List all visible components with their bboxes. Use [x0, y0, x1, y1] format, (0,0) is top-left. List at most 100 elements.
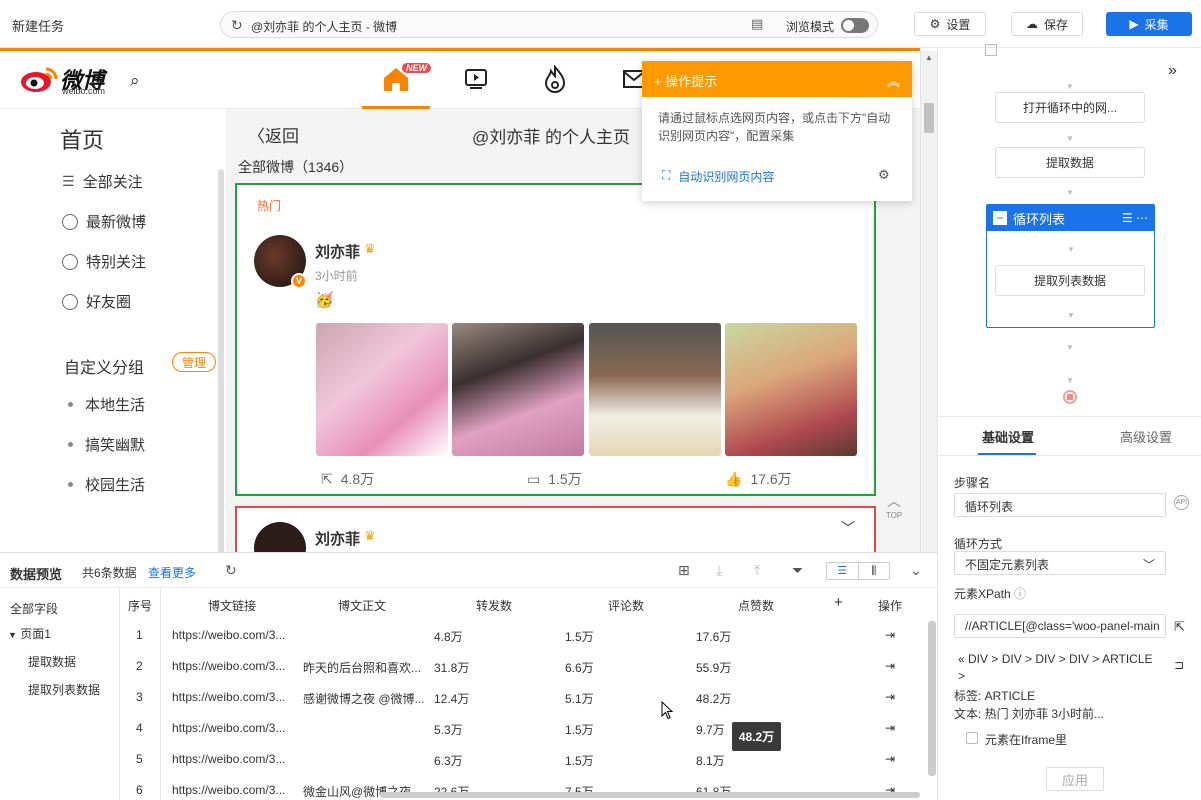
tips-header[interactable]: + 操作提示 ︽	[642, 61, 912, 97]
row-action-icon[interactable]: ⇥	[885, 628, 895, 642]
url-bar[interactable]: ↻ @刘亦菲 的个人主页 - 微博 ▤ 浏览模式	[220, 11, 878, 38]
collect-button[interactable]: ▶ 采集	[1106, 12, 1192, 36]
row-action-icon[interactable]: ⇥	[885, 752, 895, 766]
search-icon[interactable]: ⌕	[130, 71, 140, 91]
table-cell[interactable]: 31.8万	[434, 659, 469, 676]
group-item[interactable]: 搞笑幽默	[68, 434, 145, 455]
tree-field[interactable]: 提取列表数据	[28, 681, 100, 698]
table-cell[interactable]: 1.5万	[565, 752, 594, 769]
caret-down-icon[interactable]: ▼	[8, 630, 17, 640]
post-photo[interactable]	[725, 323, 857, 456]
sidebar-item-special[interactable]: 特别关注	[62, 251, 146, 272]
table-cell[interactable]: https://weibo.com/3...	[172, 752, 285, 766]
scrollbar-thumb[interactable]	[924, 103, 934, 133]
more-icon[interactable]: ☰ ⋯	[1122, 211, 1148, 225]
apply-button[interactable]: 应用	[1046, 767, 1104, 791]
table-cell[interactable]: 12.4万	[434, 690, 469, 707]
table-cell[interactable]: 8.1万	[696, 752, 725, 769]
checkbox[interactable]	[985, 44, 997, 56]
browse-mode-toggle[interactable]	[841, 18, 869, 33]
table-cell[interactable]: 17.6万	[696, 628, 731, 645]
collapse-icon[interactable]: −	[993, 211, 1007, 225]
sidebar-item-friends[interactable]: 好友圈	[62, 291, 131, 312]
back-to-top-button[interactable]: ︿ TOP	[882, 491, 906, 520]
back-button[interactable]: 〈返回	[248, 122, 299, 147]
element-picker-icon[interactable]: ⇱	[1174, 619, 1185, 635]
question-icon[interactable]: ⓘ	[1014, 587, 1026, 601]
column-header[interactable]: 博文链接	[208, 597, 256, 614]
manage-button[interactable]: 管理	[172, 352, 216, 372]
tab-advanced-settings[interactable]: 高级设置	[1120, 427, 1172, 446]
tree-field[interactable]: 提取数据	[28, 653, 76, 670]
post-author[interactable]: 刘亦菲	[315, 528, 360, 549]
chevron-down-icon[interactable]: ﹀	[841, 518, 855, 538]
add-field-icon[interactable]: ⊞	[678, 562, 690, 579]
sidebar-item-all-follow[interactable]: ☰ 全部关注	[62, 171, 143, 192]
flow-node-extract[interactable]: 提取数据	[995, 147, 1145, 178]
step-name-input[interactable]: 循环列表	[954, 493, 1166, 517]
post-photo[interactable]	[316, 323, 448, 456]
table-cell[interactable]: 9.7万	[696, 721, 725, 738]
iframe-checkbox[interactable]	[966, 732, 978, 744]
post-author[interactable]: 刘亦菲	[315, 241, 360, 262]
table-cell[interactable]: https://weibo.com/3...	[172, 721, 285, 735]
loop-mode-select[interactable]: 不固定元素列表 ﹀	[954, 551, 1166, 575]
scroll-up-icon[interactable]: ▲	[925, 53, 933, 62]
table-cell[interactable]: https://weibo.com/3...	[172, 628, 285, 642]
url-text[interactable]: @刘亦菲 的个人主页 - 微博	[251, 18, 397, 35]
like-button[interactable]: 👍 17.6万	[725, 469, 792, 489]
upload-icon[interactable]: ⤒	[754, 562, 760, 579]
flow-node-loop[interactable]: − 循环列表 ☰ ⋯ ▼ 提取列表数据 ▼	[986, 204, 1155, 328]
loop-header[interactable]: − 循环列表 ☰ ⋯	[987, 205, 1154, 231]
tree-page[interactable]: ▼ 页面1	[8, 625, 51, 642]
post-card[interactable]: 刘亦菲 ♛ ﹀	[235, 506, 876, 552]
save-button[interactable]: ☁ 保存	[1011, 12, 1083, 36]
flame-icon[interactable]	[543, 65, 567, 93]
crumb-end-icon[interactable]: ⊐	[1174, 658, 1184, 672]
post-time[interactable]: 3小时前	[315, 267, 358, 284]
table-cell[interactable]: https://weibo.com/3...	[172, 783, 285, 797]
filter-icon[interactable]: ⏷	[792, 562, 803, 579]
group-item[interactable]: 校园生活	[68, 474, 145, 495]
sidebar-item-latest[interactable]: 最新微博	[62, 211, 146, 232]
table-cell[interactable]: 6.6万	[565, 659, 594, 676]
reload-icon[interactable]: ↻	[231, 17, 243, 34]
table-cell[interactable]: 感谢微博之夜 @微博...	[303, 690, 425, 707]
xpath-breadcrumb[interactable]: « DIV > DIV > DIV > DIV > ARTICLE >	[958, 651, 1158, 685]
comment-button[interactable]: ▭ 1.5万	[527, 469, 582, 489]
xpath-input[interactable]: //ARTICLE[@class='woo-panel-main	[954, 614, 1166, 638]
table-cell[interactable]: 1.5万	[565, 721, 594, 738]
download-icon[interactable]: ⤓	[716, 562, 722, 579]
refresh-icon[interactable]: ↻	[225, 562, 237, 579]
post-photo[interactable]	[589, 323, 721, 456]
help-icon[interactable]: API	[1174, 495, 1189, 510]
table-cell[interactable]: 5.1万	[565, 690, 594, 707]
column-header[interactable]: 评论数	[608, 597, 644, 614]
table-cell[interactable]: 1.5万	[565, 628, 594, 645]
column-view-icon[interactable]: ⫼	[859, 563, 890, 579]
group-item[interactable]: 本地生活	[68, 394, 145, 415]
table-cell[interactable]: 48.2万	[696, 690, 731, 707]
post-photo[interactable]	[452, 323, 584, 456]
reader-mode-icon[interactable]: ▤	[751, 16, 763, 32]
settings-button[interactable]: ⚙ 设置	[914, 12, 986, 36]
table-cell[interactable]: 55.9万	[696, 659, 731, 676]
table-cell[interactable]: https://weibo.com/3...	[172, 690, 285, 704]
table-vscrollbar[interactable]	[928, 621, 936, 776]
flow-node-extract-list[interactable]: 提取列表数据	[995, 265, 1145, 296]
avatar[interactable]	[254, 522, 306, 552]
sidebar-scrollbar[interactable]	[218, 169, 224, 552]
table-cell[interactable]: 6.3万	[434, 752, 463, 769]
gear-icon[interactable]: ⚙	[878, 167, 890, 183]
browser-scrollbar[interactable]: ▲	[920, 51, 937, 552]
table-cell[interactable]: 4.8万	[434, 628, 463, 645]
table-cell[interactable]: 5.3万	[434, 721, 463, 738]
view-toggle[interactable]: ☰ ⫼	[826, 562, 890, 580]
table-cell[interactable]: https://weibo.com/3...	[172, 659, 285, 673]
repost-button[interactable]: ⇱ 4.8万	[321, 469, 374, 489]
tree-all-fields[interactable]: 全部字段	[10, 600, 58, 617]
row-action-icon[interactable]: ⇥	[885, 690, 895, 704]
chevron-up-icon[interactable]: ︽	[887, 71, 900, 89]
column-header[interactable]: 博文正文	[338, 597, 386, 614]
row-action-icon[interactable]: ⇥	[885, 721, 895, 735]
